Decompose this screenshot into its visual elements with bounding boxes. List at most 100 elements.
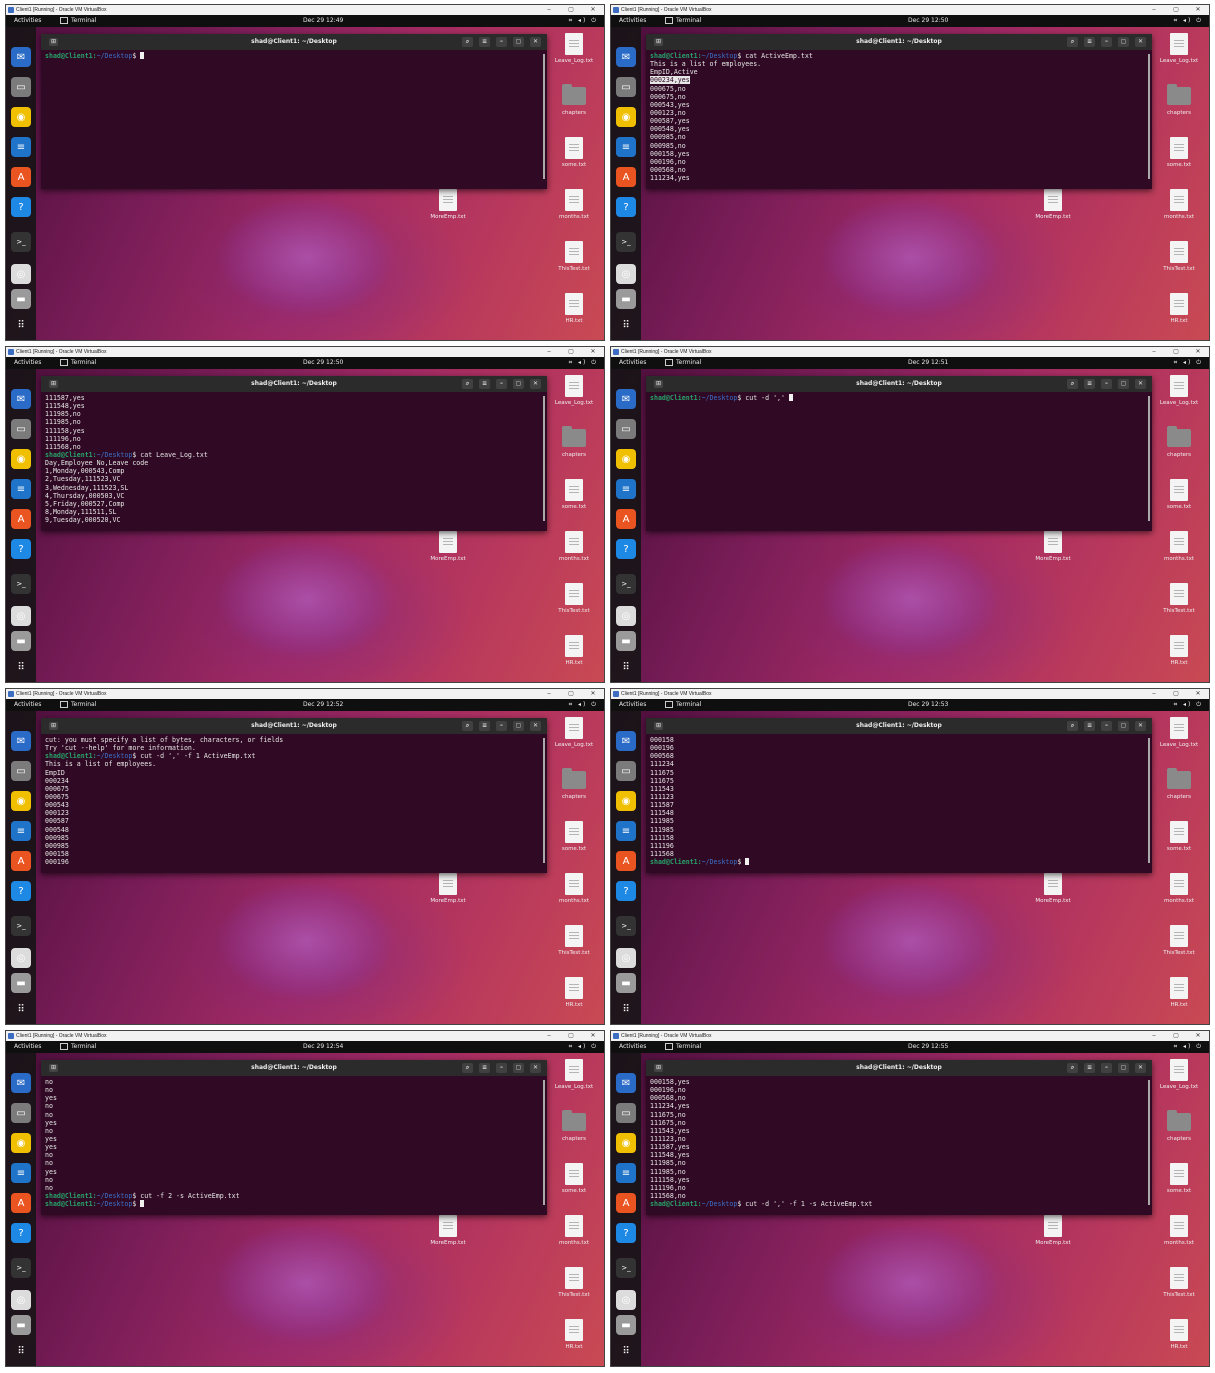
close-icon[interactable]: ✕ (530, 1063, 541, 1073)
maximize-icon[interactable]: ▢ (1118, 1063, 1129, 1073)
scrollbar[interactable] (1148, 738, 1150, 863)
rhythmbox-icon[interactable]: ◉ (616, 449, 636, 469)
software-icon[interactable]: A (11, 1193, 31, 1213)
terminal-icon[interactable]: >_ (616, 916, 636, 936)
files-icon[interactable]: ▭ (11, 761, 31, 781)
drive-icon[interactable]: ▬ (11, 1315, 31, 1335)
maximize-icon[interactable]: ▢ (1118, 379, 1129, 389)
terminal-window[interactable]: ⊞ shad@Client1: ~/Desktop ⌕ ≡ – ▢ ✕ cut: you mu… (41, 718, 547, 873)
maximize-button[interactable]: ▢ (560, 689, 582, 699)
drive-icon[interactable]: ▬ (11, 289, 31, 309)
minimize-button[interactable]: – (538, 689, 560, 699)
desktop-file-chapters[interactable]: chapters (1149, 84, 1209, 116)
rhythmbox-icon[interactable]: ◉ (11, 107, 31, 127)
close-icon[interactable]: ✕ (1135, 1063, 1146, 1073)
apps-grid-icon[interactable]: ⠿ (616, 999, 636, 1019)
rhythmbox-icon[interactable]: ◉ (11, 791, 31, 811)
writer-icon[interactable]: ≡ (11, 479, 31, 499)
maximize-icon[interactable]: ▢ (513, 721, 524, 731)
software-icon[interactable]: A (11, 509, 31, 529)
software-icon[interactable]: A (616, 509, 636, 529)
terminal-output[interactable]: cut: you must specify a list of bytes, c… (41, 734, 547, 873)
desktop-file-some-txt[interactable]: some.txt (1149, 1163, 1209, 1194)
minimize-icon[interactable]: – (1101, 721, 1112, 731)
drive-icon[interactable]: ▬ (11, 973, 31, 993)
terminal-icon[interactable]: >_ (616, 1258, 636, 1278)
desktop-file-some-txt[interactable]: some.txt (544, 1163, 604, 1194)
desktop-file-chapters[interactable]: chapters (544, 84, 604, 116)
terminal-output[interactable]: shad@Client1:~/Desktop$ cut -d ',' (646, 392, 1152, 531)
thunderbird-icon[interactable]: ✉ (11, 389, 31, 409)
new-tab-icon[interactable]: ⊞ (49, 380, 58, 388)
thunderbird-icon[interactable]: ✉ (616, 47, 636, 67)
terminal-window[interactable]: ⊞ shad@Client1: ~/Desktop ⌕ ≡ – ▢ ✕ shad@Client… (646, 34, 1152, 189)
activities-button[interactable]: Activities (14, 15, 41, 27)
app-menu-terminal[interactable]: Terminal (665, 357, 701, 369)
system-tray[interactable]: ⌗ ◂) ⏻ (569, 1041, 598, 1053)
app-menu-terminal[interactable]: Terminal (665, 699, 701, 711)
disc-icon[interactable]: ◎ (616, 948, 636, 968)
desktop-file-leave-log-txt[interactable]: Leave_Log.txt (544, 1059, 604, 1090)
menu-icon[interactable]: ≡ (1084, 721, 1095, 731)
software-icon[interactable]: A (616, 1193, 636, 1213)
maximize-button[interactable]: ▢ (560, 347, 582, 357)
maximize-button[interactable]: ▢ (560, 5, 582, 15)
terminal-output[interactable]: 111587,yes 111548,yes 111985,no 111985,no 11… (41, 392, 547, 531)
apps-grid-icon[interactable]: ⠿ (11, 315, 31, 335)
maximize-icon[interactable]: ▢ (513, 379, 524, 389)
desktop-file-moreemp-txt[interactable]: MoreEmp.txt (418, 873, 478, 904)
desktop-file-thistest-txt[interactable]: ThisTest.txt (1149, 583, 1209, 614)
disc-icon[interactable]: ◎ (11, 606, 31, 626)
minimize-icon[interactable]: – (1101, 379, 1112, 389)
app-menu-terminal[interactable]: Terminal (60, 1041, 96, 1053)
disc-icon[interactable]: ◎ (11, 264, 31, 284)
menu-icon[interactable]: ≡ (1084, 1063, 1095, 1073)
app-menu-terminal[interactable]: Terminal (665, 1041, 701, 1053)
minimize-icon[interactable]: – (496, 1063, 507, 1073)
search-icon[interactable]: ⌕ (462, 379, 473, 389)
files-icon[interactable]: ▭ (11, 419, 31, 439)
clock[interactable]: Dec 29 12:54 (303, 1041, 343, 1053)
desktop-file-moreemp-txt[interactable]: MoreEmp.txt (418, 189, 478, 220)
minimize-icon[interactable]: – (1101, 1063, 1112, 1073)
help-icon[interactable]: ? (11, 881, 31, 901)
apps-grid-icon[interactable]: ⠿ (11, 999, 31, 1019)
app-menu-terminal[interactable]: Terminal (60, 15, 96, 27)
terminal-output[interactable]: shad@Client1:~/Desktop$ cat ActiveEmp.tx… (646, 50, 1152, 189)
search-icon[interactable]: ⌕ (1067, 721, 1078, 731)
files-icon[interactable]: ▭ (11, 77, 31, 97)
maximize-button[interactable]: ▢ (560, 1031, 582, 1041)
thunderbird-icon[interactable]: ✉ (616, 389, 636, 409)
writer-icon[interactable]: ≡ (11, 1163, 31, 1183)
minimize-icon[interactable]: – (496, 37, 507, 47)
desktop-file-hr-txt[interactable]: HR.txt (544, 977, 604, 1008)
minimize-icon[interactable]: – (496, 721, 507, 731)
minimize-button[interactable]: – (1143, 1031, 1165, 1041)
desktop-file-hr-txt[interactable]: HR.txt (544, 1319, 604, 1350)
files-icon[interactable]: ▭ (616, 761, 636, 781)
maximize-icon[interactable]: ▢ (513, 1063, 524, 1073)
clock[interactable]: Dec 29 12:52 (303, 699, 343, 711)
desktop-file-months-txt[interactable]: months.txt (1149, 1215, 1209, 1246)
clock[interactable]: Dec 29 12:51 (908, 357, 948, 369)
menu-icon[interactable]: ≡ (479, 37, 490, 47)
clock[interactable]: Dec 29 12:50 (303, 357, 343, 369)
terminal-window[interactable]: ⊞ shad@Client1: ~/Desktop ⌕ ≡ – ▢ ✕ 000158 00019… (646, 718, 1152, 873)
desktop-file-months-txt[interactable]: months.txt (544, 189, 604, 220)
writer-icon[interactable]: ≡ (11, 137, 31, 157)
desktop-file-thistest-txt[interactable]: ThisTest.txt (544, 583, 604, 614)
scrollbar[interactable] (1148, 54, 1150, 179)
terminal-icon[interactable]: >_ (11, 232, 31, 252)
terminal-icon[interactable]: >_ (11, 574, 31, 594)
help-icon[interactable]: ? (616, 539, 636, 559)
desktop-file-hr-txt[interactable]: HR.txt (544, 293, 604, 324)
software-icon[interactable]: A (616, 167, 636, 187)
desktop-file-some-txt[interactable]: some.txt (1149, 479, 1209, 510)
files-icon[interactable]: ▭ (616, 419, 636, 439)
desktop-file-thistest-txt[interactable]: ThisTest.txt (1149, 925, 1209, 956)
apps-grid-icon[interactable]: ⠿ (616, 1341, 636, 1361)
close-icon[interactable]: ✕ (530, 721, 541, 731)
disc-icon[interactable]: ◎ (616, 1290, 636, 1310)
search-icon[interactable]: ⌕ (1067, 37, 1078, 47)
files-icon[interactable]: ▭ (11, 1103, 31, 1123)
